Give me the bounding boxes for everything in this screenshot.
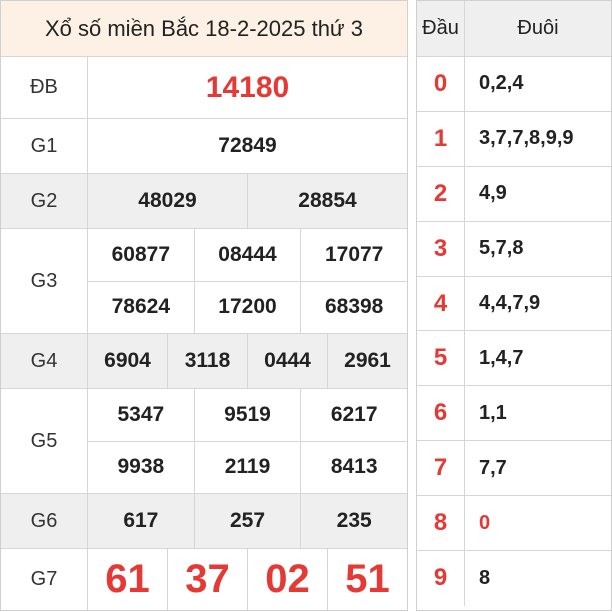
prize-label: ĐB <box>1 57 88 118</box>
prize-number: 9519 <box>193 389 301 441</box>
loto-row: 5 1,4,7 <box>417 331 611 387</box>
loto-row: 1 3,7,7,8,9,9 <box>417 111 611 167</box>
loto-header: Đầu Đuôi <box>417 1 611 57</box>
prize-row-g5: G5 5347 9519 6217 9938 2119 8413 <box>1 389 407 494</box>
prize-number: 60877 <box>111 242 171 266</box>
loto-tails: 8 <box>479 566 491 589</box>
prize-number: 2961 <box>327 334 407 388</box>
prize-number: 257 <box>193 494 301 548</box>
results-table: Xổ số miền Bắc 18-2-2025 thứ 3 ĐB 14180 … <box>0 0 408 611</box>
prize-row-g1: G1 72849 <box>1 119 407 174</box>
loto-head: 8 <box>417 496 465 551</box>
prize-row-g4: G4 6904 3118 0444 2961 <box>1 334 407 389</box>
prize-number: 8413 <box>300 441 407 493</box>
loto-head: 6 <box>417 386 465 441</box>
loto-tails: 4,4,7,9 <box>479 292 541 314</box>
loto-row: 4 4,4,7,9 <box>417 276 611 332</box>
results-title: Xổ số miền Bắc 18-2-2025 thứ 3 <box>1 1 407 57</box>
prize-number: 617 <box>123 509 159 532</box>
head-column-label: Đầu <box>417 1 465 56</box>
prize-row-db: ĐB 14180 <box>1 57 407 119</box>
loto-row: 6 1,1 <box>417 386 611 442</box>
loto-tails: 0,2,4 <box>479 72 524 95</box>
loto-head: 9 <box>417 551 465 606</box>
prize-number: 17200 <box>193 281 301 333</box>
loto-head: 1 <box>417 111 465 166</box>
prize-number: 2119 <box>193 441 301 493</box>
loto-table: Đầu Đuôi 0 0,2,4 1 3,7,7,8,9,9 2 4,9 3 5,7,8… <box>416 0 612 611</box>
prize-number: 48029 <box>138 189 197 212</box>
prize-label: G2 <box>1 174 88 228</box>
prize-number: 78624 <box>111 295 171 319</box>
prize-number: 5347 <box>117 402 165 426</box>
prize-row-g2: G2 48029 28854 <box>1 174 407 229</box>
loto-head: 0 <box>417 57 465 111</box>
prize-number: 28854 <box>247 174 407 228</box>
loto-row: 3 5,7,8 <box>417 221 611 277</box>
prize-label: G1 <box>1 119 88 173</box>
prize-number: 72849 <box>218 134 277 157</box>
prize-number: 51 <box>327 549 407 610</box>
prize-number: 08444 <box>193 229 301 281</box>
prize-row-g7: G7 61 37 02 51 <box>1 549 407 610</box>
prize-number: 61 <box>105 557 150 601</box>
loto-head: 4 <box>417 276 465 331</box>
loto-tails: 3,7,7,8,9,9 <box>479 127 574 150</box>
tail-column-label: Đuôi <box>517 17 559 39</box>
prize-number: 0444 <box>247 334 327 388</box>
loto-tails: 7,7 <box>479 456 507 479</box>
prize-number: 6217 <box>300 389 407 441</box>
prize-label: G5 <box>1 389 88 493</box>
prize-number: 3118 <box>167 334 247 388</box>
loto-head: 7 <box>417 441 465 496</box>
prize-label: G4 <box>1 334 88 388</box>
prize-label: G7 <box>1 549 88 610</box>
loto-head: 3 <box>417 221 465 276</box>
prize-number: 17077 <box>300 229 407 281</box>
loto-row: 98 <box>417 551 611 606</box>
prize-number: 235 <box>300 494 407 548</box>
prize-number: 68398 <box>300 281 407 333</box>
loto-tails: 5,7,8 <box>479 237 524 260</box>
loto-tails: 1,4,7 <box>479 346 524 369</box>
loto-row: 2 4,9 <box>417 166 611 222</box>
loto-tails: 1,1 <box>479 401 507 424</box>
prize-number: 9938 <box>117 455 165 479</box>
special-prize-number: 14180 <box>205 70 290 104</box>
loto-row: 7 7,7 <box>417 441 611 497</box>
prize-label: G3 <box>1 229 88 333</box>
prize-number: 02 <box>247 549 327 610</box>
loto-tails: 0 <box>479 511 491 534</box>
loto-row: 0 0,2,4 <box>417 57 611 112</box>
loto-head: 5 <box>417 331 465 386</box>
prize-number: 37 <box>167 549 247 610</box>
prize-row-g6: G6 617 257 235 <box>1 494 407 549</box>
prize-row-g3: G3 60877 08444 17077 78624 17200 68398 <box>1 229 407 334</box>
loto-row: 80 <box>417 496 611 552</box>
loto-head: 2 <box>417 166 465 221</box>
loto-tails: 4,9 <box>479 182 507 205</box>
prize-number: 6904 <box>104 349 151 372</box>
prize-label: G6 <box>1 494 88 548</box>
